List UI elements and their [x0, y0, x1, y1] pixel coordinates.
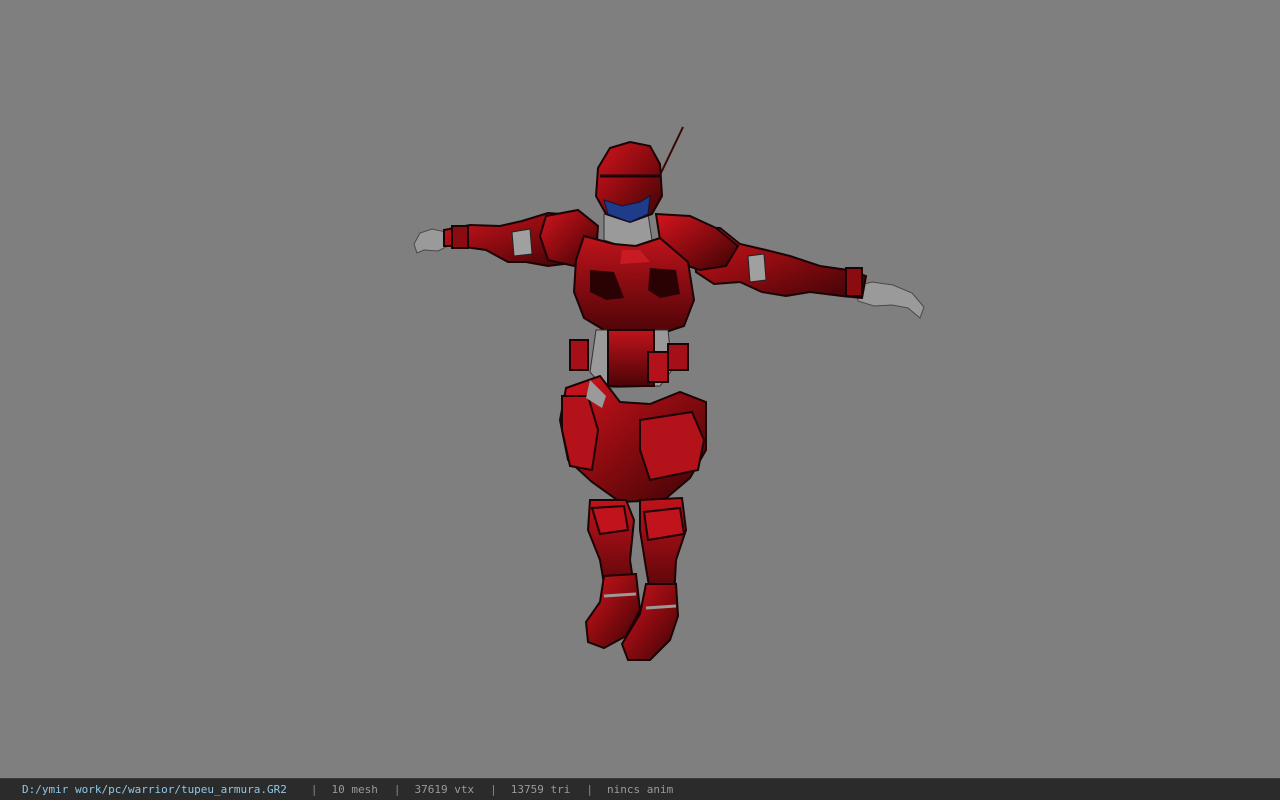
- right-bracer: [845, 267, 863, 297]
- status-separator: |: [393, 783, 401, 796]
- right-boot-strap: [645, 604, 677, 610]
- belt-pouch-right-2: [647, 351, 669, 383]
- vertex-count: 37619 vtx: [414, 783, 475, 796]
- left-elbow-joint: [511, 228, 533, 257]
- status-separator: |: [586, 783, 593, 796]
- status-bar: D:/ymir work/pc/warrior/tupeu_armura.GR2…: [0, 778, 1280, 800]
- status-separator: |: [310, 783, 318, 796]
- left-hand: [413, 228, 449, 254]
- right-hand: [855, 281, 925, 319]
- right-knee: [642, 506, 686, 542]
- status-separator: |: [490, 783, 497, 796]
- right-elbow-joint: [747, 253, 767, 283]
- 3d-viewport[interactable]: [0, 0, 1280, 778]
- right-tasset: [639, 410, 706, 482]
- armored-warrior-model[interactable]: [0, 0, 1280, 778]
- file-path: D:/ymir work/pc/warrior/tupeu_armura.GR2: [22, 783, 287, 796]
- left-bracer: [451, 225, 469, 249]
- mesh-count: 10 mesh: [331, 783, 378, 796]
- animation-status: nincs anim: [606, 783, 674, 796]
- triangle-count: 13759 tri: [510, 783, 571, 796]
- belt-pouch-right: [667, 343, 689, 371]
- left-boot-strap: [603, 592, 637, 598]
- belt-pouch-left: [569, 339, 589, 371]
- antenna: [659, 126, 684, 176]
